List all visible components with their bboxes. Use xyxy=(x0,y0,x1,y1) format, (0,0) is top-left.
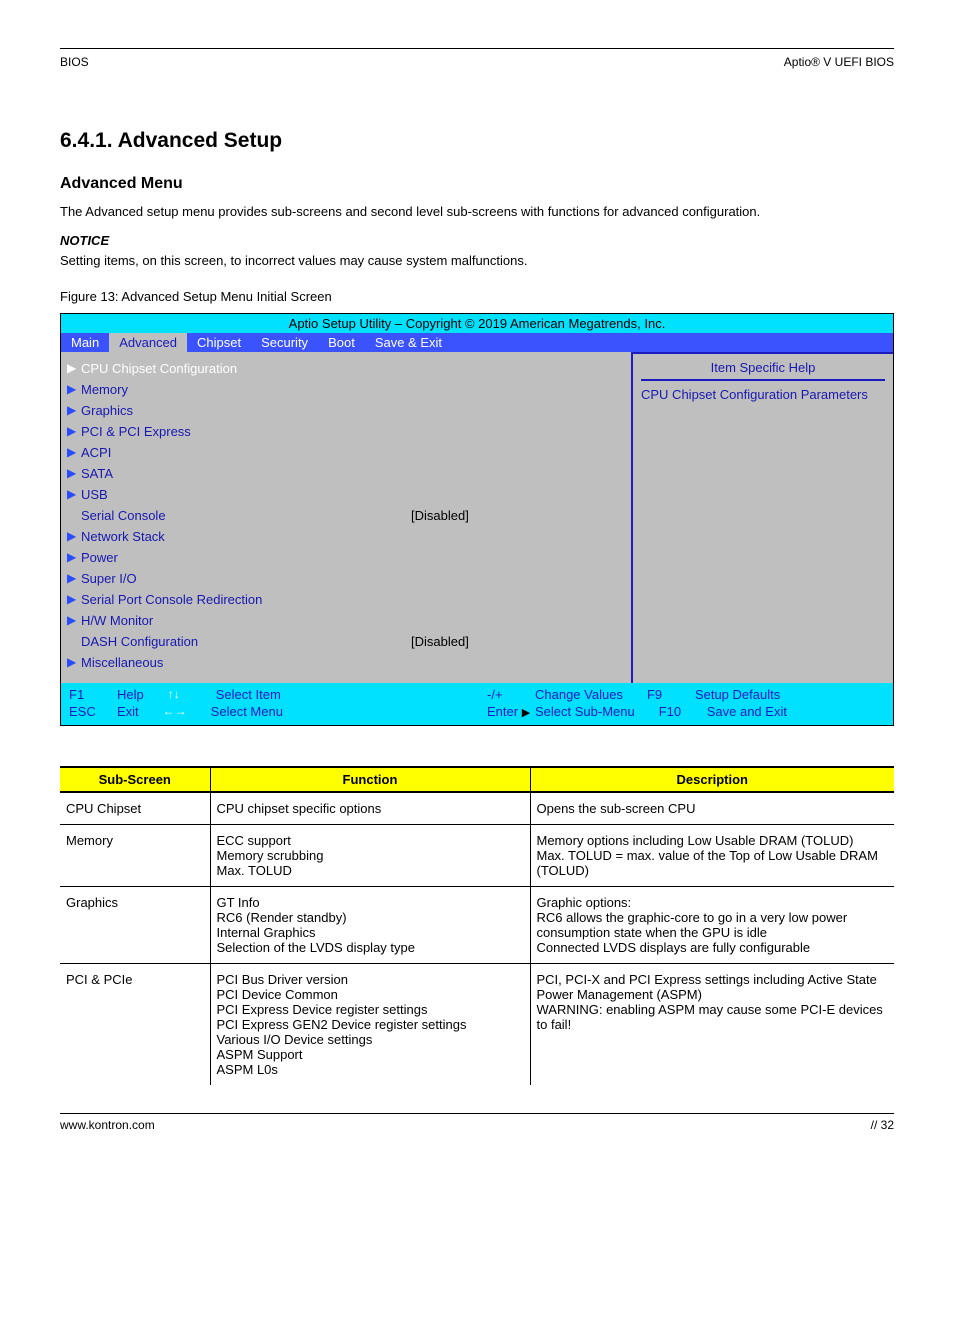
list-item[interactable]: ▶CPU Chipset Configuration xyxy=(67,358,621,379)
tab-chipset[interactable]: Chipset xyxy=(187,333,251,352)
tab-boot[interactable]: Boot xyxy=(318,333,365,352)
list-item[interactable]: ▶Network Stack xyxy=(67,526,621,547)
footer-page: // 32 xyxy=(871,1118,894,1132)
tab-save-exit[interactable]: Save & Exit xyxy=(365,333,452,352)
help-body: CPU Chipset Configuration Parameters xyxy=(641,387,885,402)
section-sub: Advanced Menu xyxy=(60,175,894,193)
table-row: Memory ECC support Memory scrubbing Max.… xyxy=(60,824,894,886)
list-item[interactable]: ▶Graphics xyxy=(67,400,621,421)
table-row: Graphics GT Info RC6 (Render standby) In… xyxy=(60,886,894,963)
notice-label: NOTICE xyxy=(60,233,109,248)
figure-caption: Figure 13: Advanced Setup Menu Initial S… xyxy=(60,288,894,306)
bios-footer: F1Help ↑↓Select Item -/+Change Values F9… xyxy=(61,683,893,725)
list-item[interactable]: DASH Configuration[Disabled] xyxy=(67,631,621,652)
triangle-right-icon: ▶ xyxy=(67,529,81,543)
col-function: Function xyxy=(210,767,530,792)
bios-help-panel: Item Specific Help CPU Chipset Configura… xyxy=(631,352,893,683)
list-item[interactable]: ▶Serial Port Console Redirection xyxy=(67,589,621,610)
list-item[interactable]: Serial Console[Disabled] xyxy=(67,505,621,526)
table-row: PCI & PCIe PCI Bus Driver version PCI De… xyxy=(60,963,894,1085)
triangle-right-icon: ▶ xyxy=(67,424,81,438)
tab-security[interactable]: Security xyxy=(251,333,318,352)
table-row: CPU Chipset CPU chipset specific options… xyxy=(60,792,894,825)
triangle-right-icon: ▶ xyxy=(67,361,81,375)
list-item[interactable]: ▶H/W Monitor xyxy=(67,610,621,631)
triangle-right-icon: ▶ xyxy=(522,707,530,719)
triangle-right-icon: ▶ xyxy=(67,403,81,417)
bios-left-panel: ▶CPU Chipset Configuration ▶Memory ▶Grap… xyxy=(61,352,631,683)
help-title: Item Specific Help xyxy=(641,360,885,375)
footer-url: www.kontron.com xyxy=(60,1118,155,1132)
list-item[interactable]: ▶USB xyxy=(67,484,621,505)
triangle-right-icon: ▶ xyxy=(67,487,81,501)
triangle-right-icon: ▶ xyxy=(67,613,81,627)
triangle-right-icon: ▶ xyxy=(67,592,81,606)
triangle-right-icon: ▶ xyxy=(67,466,81,480)
triangle-right-icon: ▶ xyxy=(67,655,81,669)
header-right: Aptio® V UEFI BIOS xyxy=(784,55,894,69)
list-item[interactable]: ▶SATA xyxy=(67,463,621,484)
options-table: Sub-Screen Function Description CPU Chip… xyxy=(60,766,894,1085)
list-item[interactable]: ▶Power xyxy=(67,547,621,568)
list-item[interactable]: ▶PCI & PCI Express xyxy=(67,421,621,442)
bios-tabs: Main Advanced Chipset Security Boot Save… xyxy=(61,333,893,352)
bios-screenshot: Aptio Setup Utility – Copyright © 2019 A… xyxy=(60,313,894,726)
list-item[interactable]: ▶Memory xyxy=(67,379,621,400)
notice-text: Setting items, on this screen, to incorr… xyxy=(60,252,894,270)
triangle-right-icon: ▶ xyxy=(67,445,81,459)
col-description: Description xyxy=(530,767,894,792)
list-item[interactable]: ▶ACPI xyxy=(67,442,621,463)
triangle-right-icon: ▶ xyxy=(67,382,81,396)
triangle-right-icon: ▶ xyxy=(67,571,81,585)
header-left: BIOS xyxy=(60,55,89,69)
arrows-vert-icon: ↑↓ xyxy=(168,687,208,701)
col-subscreen: Sub-Screen xyxy=(60,767,210,792)
triangle-right-icon: ▶ xyxy=(67,550,81,564)
tab-main[interactable]: Main xyxy=(61,333,109,352)
section-desc: The Advanced setup menu provides sub-scr… xyxy=(60,203,894,221)
section-title: 6.4.1. Advanced Setup xyxy=(60,129,894,153)
bios-util-title: Aptio Setup Utility – Copyright © 2019 A… xyxy=(61,314,893,333)
arrows-horiz-icon: ←→ xyxy=(163,704,203,718)
list-item[interactable]: ▶Super I/O xyxy=(67,568,621,589)
list-item[interactable]: ▶Miscellaneous xyxy=(67,652,621,673)
tab-advanced[interactable]: Advanced xyxy=(109,333,187,352)
